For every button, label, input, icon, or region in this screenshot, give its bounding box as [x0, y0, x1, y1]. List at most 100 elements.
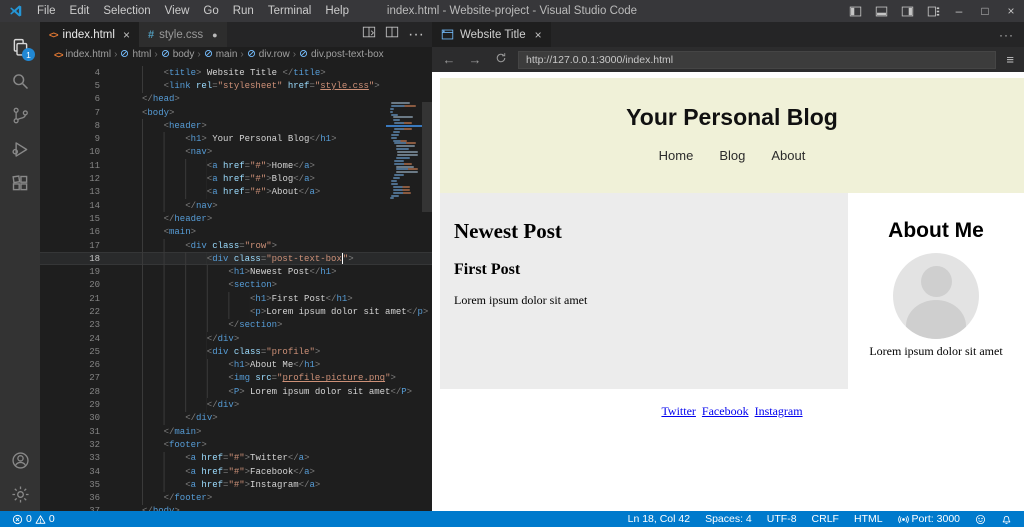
customize-layout-icon[interactable] [920, 0, 946, 22]
preview-tab-close-icon[interactable]: × [535, 28, 542, 42]
account-icon[interactable] [0, 443, 40, 477]
code-line-29[interactable]: 29</div> [40, 398, 432, 411]
code-line-17[interactable]: 17<div class="row"> [40, 239, 432, 252]
encoding-setting[interactable]: UTF-8 [763, 513, 801, 525]
code-line-4[interactable]: 4<title> Website Title </title> [40, 66, 432, 79]
code-editor[interactable]: 4<title> Website Title </title>5<link re… [40, 62, 432, 511]
notifications-bell-icon[interactable] [997, 514, 1016, 525]
maximize-button[interactable]: □ [972, 0, 998, 22]
code-line-32[interactable]: 32<footer> [40, 438, 432, 451]
footer-link-facebook[interactable]: Facebook [702, 404, 749, 418]
code-line-8[interactable]: 8<header> [40, 119, 432, 132]
minimap[interactable] [390, 102, 420, 200]
breadcrumb-item-div.row[interactable]: div.row [247, 49, 290, 61]
code-line-7[interactable]: 7<body> [40, 106, 432, 119]
footer-link-twitter[interactable]: Twitter [661, 404, 695, 418]
url-input[interactable] [518, 51, 996, 69]
tab-close-icon[interactable]: × [123, 28, 130, 42]
back-icon[interactable]: ← [440, 52, 458, 67]
extensions-icon[interactable] [0, 166, 40, 200]
search-icon[interactable] [0, 64, 40, 98]
tab-style-css[interactable]: # style.css ● [139, 22, 227, 47]
code-line-13[interactable]: 13<a href="#">About</a> [40, 186, 432, 199]
minimap-line [390, 197, 394, 199]
menu-terminal[interactable]: Terminal [261, 5, 318, 17]
toggle-secondary-sidebar-icon[interactable] [894, 0, 920, 22]
site-nav-link-about[interactable]: About [771, 148, 805, 163]
code-line-28[interactable]: 28<P> Lorem ipsum dolor sit amet</P> [40, 385, 432, 398]
menu-run[interactable]: Run [226, 5, 261, 17]
code-line-6[interactable]: 6</head> [40, 93, 432, 106]
code-line-20[interactable]: 20<section> [40, 279, 432, 292]
menu-edit[interactable]: Edit [63, 5, 97, 17]
reload-icon[interactable] [492, 52, 510, 67]
breadcrumb-item-index.html[interactable]: <>index.html [54, 49, 111, 60]
breadcrumb-item-main[interactable]: main [204, 49, 238, 61]
forward-icon[interactable]: → [466, 52, 484, 67]
more-actions-icon[interactable]: ··· [408, 26, 424, 44]
eol-setting[interactable]: CRLF [808, 513, 843, 525]
close-button[interactable]: × [998, 0, 1024, 22]
site-nav-link-blog[interactable]: Blog [719, 148, 745, 163]
code-line-35[interactable]: 35<a href="#">Instagram</a> [40, 478, 432, 491]
editor-scrollbar[interactable] [422, 102, 432, 212]
settings-gear-icon[interactable] [0, 477, 40, 511]
code-line-34[interactable]: 34<a href="#">Facebook</a> [40, 465, 432, 478]
code-line-31[interactable]: 31</main> [40, 425, 432, 438]
code-line-9[interactable]: 9<h1> Your Personal Blog</h1> [40, 132, 432, 145]
preview-more-actions-icon[interactable]: ··· [999, 22, 1024, 47]
breadcrumb-item-body[interactable]: body [161, 49, 195, 61]
tab-website-title[interactable]: Website Title × [432, 22, 551, 47]
cursor-position[interactable]: Ln 18, Col 42 [624, 513, 694, 525]
code-line-26[interactable]: 26<h1>About Me</h1> [40, 359, 432, 372]
code-line-33[interactable]: 33<a href="#">Twitter</a> [40, 452, 432, 465]
code-line-22[interactable]: 22<p>Lorem ipsum dolor sit amet</p> [40, 305, 432, 318]
code-text: </div> [207, 334, 239, 344]
tab-index-html[interactable]: <> index.html × [40, 22, 139, 47]
code-line-19[interactable]: 19<h1>Newest Post</h1> [40, 265, 432, 278]
code-text: <header> [164, 121, 207, 131]
code-line-27[interactable]: 27<img src="profile-picture.png"> [40, 372, 432, 385]
menu-view[interactable]: View [158, 5, 197, 17]
minimize-button[interactable]: – [946, 0, 972, 22]
line-number: 36 [40, 493, 100, 503]
toggle-sidebar-icon[interactable] [842, 0, 868, 22]
code-line-11[interactable]: 11<a href="#">Home</a> [40, 159, 432, 172]
code-line-15[interactable]: 15</header> [40, 212, 432, 225]
menu-selection[interactable]: Selection [96, 5, 157, 17]
run-and-debug-icon[interactable] [0, 132, 40, 166]
indent-guides [142, 372, 228, 385]
indentation-setting[interactable]: Spaces: 4 [701, 513, 756, 525]
code-line-36[interactable]: 36</footer> [40, 492, 432, 505]
minimap-line [396, 166, 414, 168]
browser-menu-icon[interactable]: ≡ [1004, 52, 1016, 67]
code-line-18[interactable]: 18<div class="post-text-box"> [40, 252, 432, 265]
code-line-10[interactable]: 10<nav> [40, 146, 432, 159]
footer-link-instagram[interactable]: Instagram [755, 404, 803, 418]
problems-indicator[interactable]: 0 0 [8, 513, 59, 525]
code-line-5[interactable]: 5<link rel="stylesheet" href="style.css"… [40, 79, 432, 92]
menu-help[interactable]: Help [318, 5, 356, 17]
menu-go[interactable]: Go [196, 5, 225, 17]
line-number: 31 [40, 427, 100, 437]
explorer-icon[interactable]: 1 [0, 30, 40, 64]
code-line-23[interactable]: 23</section> [40, 319, 432, 332]
toggle-panel-icon[interactable] [868, 0, 894, 22]
code-line-24[interactable]: 24</div> [40, 332, 432, 345]
code-line-21[interactable]: 21<h1>First Post</h1> [40, 292, 432, 305]
feedback-smiley-icon[interactable] [971, 514, 990, 525]
live-server-port[interactable]: Port: 3000 [894, 513, 964, 525]
code-line-14[interactable]: 14</nav> [40, 199, 432, 212]
source-control-icon[interactable] [0, 98, 40, 132]
breadcrumb-item-html[interactable]: html [120, 49, 151, 61]
site-nav-link-home[interactable]: Home [659, 148, 694, 163]
code-line-25[interactable]: 25<div class="profile"> [40, 345, 432, 358]
code-line-16[interactable]: 16<main> [40, 226, 432, 239]
language-mode[interactable]: HTML [850, 513, 887, 525]
menu-file[interactable]: File [30, 5, 63, 17]
open-changes-icon[interactable] [362, 25, 376, 44]
split-editor-icon[interactable] [385, 25, 399, 44]
code-line-12[interactable]: 12<a href="#">Blog</a> [40, 172, 432, 185]
breadcrumb-item-div.post-text-box[interactable]: div.post-text-box [299, 49, 384, 61]
code-line-30[interactable]: 30</div> [40, 412, 432, 425]
